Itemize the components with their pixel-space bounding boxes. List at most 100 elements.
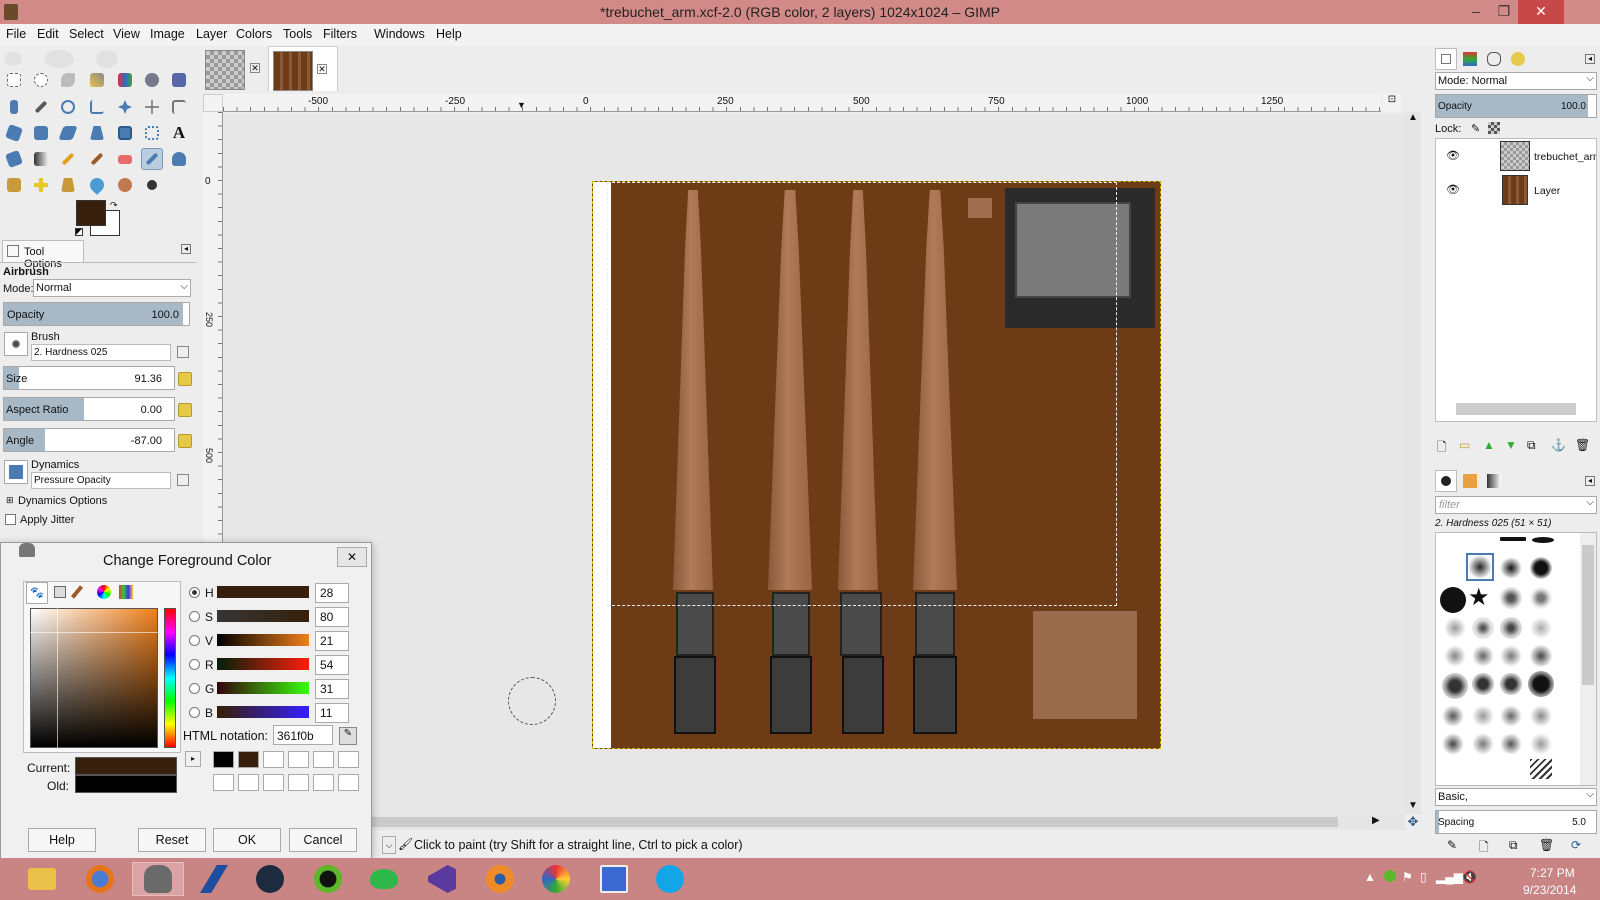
radio-b[interactable]: [189, 707, 200, 718]
maximize-icon[interactable]: ❐: [1488, 0, 1520, 24]
refresh-brushes-icon[interactable]: ⟳: [1571, 838, 1581, 852]
measure-tool-icon[interactable]: [86, 96, 108, 118]
crop-tool-icon[interactable]: [168, 96, 190, 118]
app-window-icon[interactable]: [596, 862, 632, 896]
brush-item[interactable]: [1444, 617, 1466, 639]
brush-name-field[interactable]: 2. Hardness 025: [31, 344, 171, 361]
clone-tool-icon[interactable]: [3, 174, 25, 196]
radio-r[interactable]: [189, 659, 200, 670]
channel-v-slider[interactable]: [217, 634, 309, 646]
brush-item[interactable]: [1530, 587, 1552, 609]
brush-item[interactable]: [1472, 733, 1494, 755]
steam-icon[interactable]: [252, 862, 288, 896]
geforce-icon[interactable]: [310, 862, 346, 896]
foreground-select-tool-icon[interactable]: [168, 69, 190, 91]
channel-g-slider[interactable]: [217, 682, 309, 694]
smudge-tool-icon[interactable]: [114, 174, 136, 196]
size-slider[interactable]: Size 91.36: [3, 366, 175, 390]
default-colors-icon[interactable]: [75, 228, 83, 236]
panel-menu-icon[interactable]: ◂: [1585, 54, 1595, 64]
channel-h-slider[interactable]: [217, 586, 309, 598]
free-select-tool-icon[interactable]: [57, 69, 79, 91]
panel-menu-icon[interactable]: ◂: [1585, 476, 1595, 486]
channel-r-slider[interactable]: [217, 658, 309, 670]
channel-b-slider[interactable]: [217, 706, 309, 718]
menu-image[interactable]: Image: [150, 27, 185, 41]
dynamics-options-label[interactable]: Dynamics Options: [18, 495, 107, 507]
channel-b[interactable]: B 11: [189, 703, 359, 723]
lock-pixels-icon[interactable]: ✎: [1471, 122, 1480, 135]
brush-grid-scrollbar[interactable]: [1580, 533, 1596, 785]
color-history-swatch[interactable]: [288, 751, 309, 768]
blend-tool-icon[interactable]: [30, 148, 52, 170]
skype-icon[interactable]: [652, 862, 688, 896]
menu-view[interactable]: View: [113, 27, 140, 41]
file-explorer-icon[interactable]: [24, 862, 60, 896]
menu-edit[interactable]: Edit: [37, 27, 59, 41]
help-button[interactable]: Help: [28, 828, 96, 852]
brush-item[interactable]: [1530, 617, 1552, 639]
brush-item[interactable]: [1472, 645, 1494, 667]
channel-s-slider[interactable]: [217, 610, 309, 622]
brush-item[interactable]: [1442, 673, 1468, 699]
brush-item[interactable]: [1530, 705, 1552, 727]
clock-date[interactable]: 9/23/2014: [1523, 883, 1576, 897]
brush-item[interactable]: [1472, 617, 1494, 639]
channel-h[interactable]: H 28: [189, 583, 359, 603]
paths-tool-icon[interactable]: [3, 96, 25, 118]
color-history-swatch[interactable]: [213, 751, 234, 768]
visual-studio-icon[interactable]: [424, 862, 460, 896]
clock-time[interactable]: 7:27 PM: [1530, 866, 1575, 880]
brush-item[interactable]: [1472, 705, 1494, 727]
heal-tool-icon[interactable]: [30, 174, 52, 196]
channel-s[interactable]: S 80: [189, 607, 359, 627]
brush-item[interactable]: [1530, 645, 1552, 667]
palette-selector-tab-icon[interactable]: [116, 582, 136, 602]
airbrush-tool-icon[interactable]: [141, 148, 163, 170]
patterns-tab[interactable]: [1459, 470, 1481, 492]
lock-alpha-icon[interactable]: [1488, 122, 1500, 134]
apply-jitter-checkbox[interactable]: [5, 514, 16, 525]
blur-tool-icon[interactable]: [86, 174, 108, 196]
brush-item[interactable]: [1532, 537, 1554, 543]
brush-item[interactable]: [1444, 645, 1466, 667]
menu-layer[interactable]: Layer: [196, 27, 227, 41]
menu-tools[interactable]: Tools: [283, 27, 312, 41]
brush-item[interactable]: [1500, 673, 1522, 695]
duplicate-brush-icon[interactable]: ⧉: [1509, 838, 1518, 853]
color-select-tool-icon[interactable]: [114, 69, 136, 91]
blender-icon[interactable]: [482, 862, 518, 896]
watercolor-selector-tab-icon[interactable]: [70, 582, 92, 602]
radio-h[interactable]: [189, 587, 200, 598]
dynamics-field[interactable]: Pressure Opacity: [31, 472, 171, 489]
edit-brush-icon[interactable]: [177, 346, 189, 358]
bucket-fill-tool-icon[interactable]: [3, 148, 25, 170]
brush-item[interactable]: [1442, 733, 1464, 755]
dodge-burn-tool-icon[interactable]: [141, 174, 163, 196]
history-expander-icon[interactable]: ▸: [185, 751, 201, 767]
paths-tab[interactable]: [1483, 48, 1505, 70]
fuzzy-select-tool-icon[interactable]: [86, 69, 108, 91]
menu-windows[interactable]: Windows: [374, 27, 425, 41]
brush-preview[interactable]: [4, 332, 28, 356]
color-history-swatch[interactable]: [313, 774, 334, 791]
brush-filter-field[interactable]: filter ⌵: [1435, 496, 1597, 514]
cmyk-selector-tab-icon[interactable]: [50, 582, 70, 602]
html-notation-field[interactable]: 361f0b: [273, 725, 333, 745]
layer-row[interactable]: 👁 trebuchet_arm: [1436, 139, 1596, 173]
layer-row[interactable]: 👁 Layer: [1436, 173, 1596, 207]
image-tab-1[interactable]: ✕: [202, 46, 268, 91]
gimp-taskbar-icon[interactable]: [132, 862, 184, 896]
close-tab-icon[interactable]: ✕: [250, 63, 260, 73]
cloud-sync-icon[interactable]: [366, 862, 402, 896]
eyedropper-button-icon[interactable]: ✎: [339, 727, 357, 745]
hue-strip[interactable]: [164, 608, 176, 748]
brush-item[interactable]: [1442, 705, 1464, 727]
eye-icon[interactable]: 👁: [1446, 183, 1460, 196]
layer-opacity-slider[interactable]: Opacity 100.0: [1435, 94, 1597, 118]
channel-s-value[interactable]: 80: [315, 607, 349, 627]
scroll-down-icon[interactable]: ▼: [1408, 800, 1418, 811]
cage-transform-tool-icon[interactable]: [141, 122, 163, 144]
battery-icon[interactable]: ▯: [1420, 870, 1427, 884]
dynamics-preview-icon[interactable]: [4, 460, 28, 484]
